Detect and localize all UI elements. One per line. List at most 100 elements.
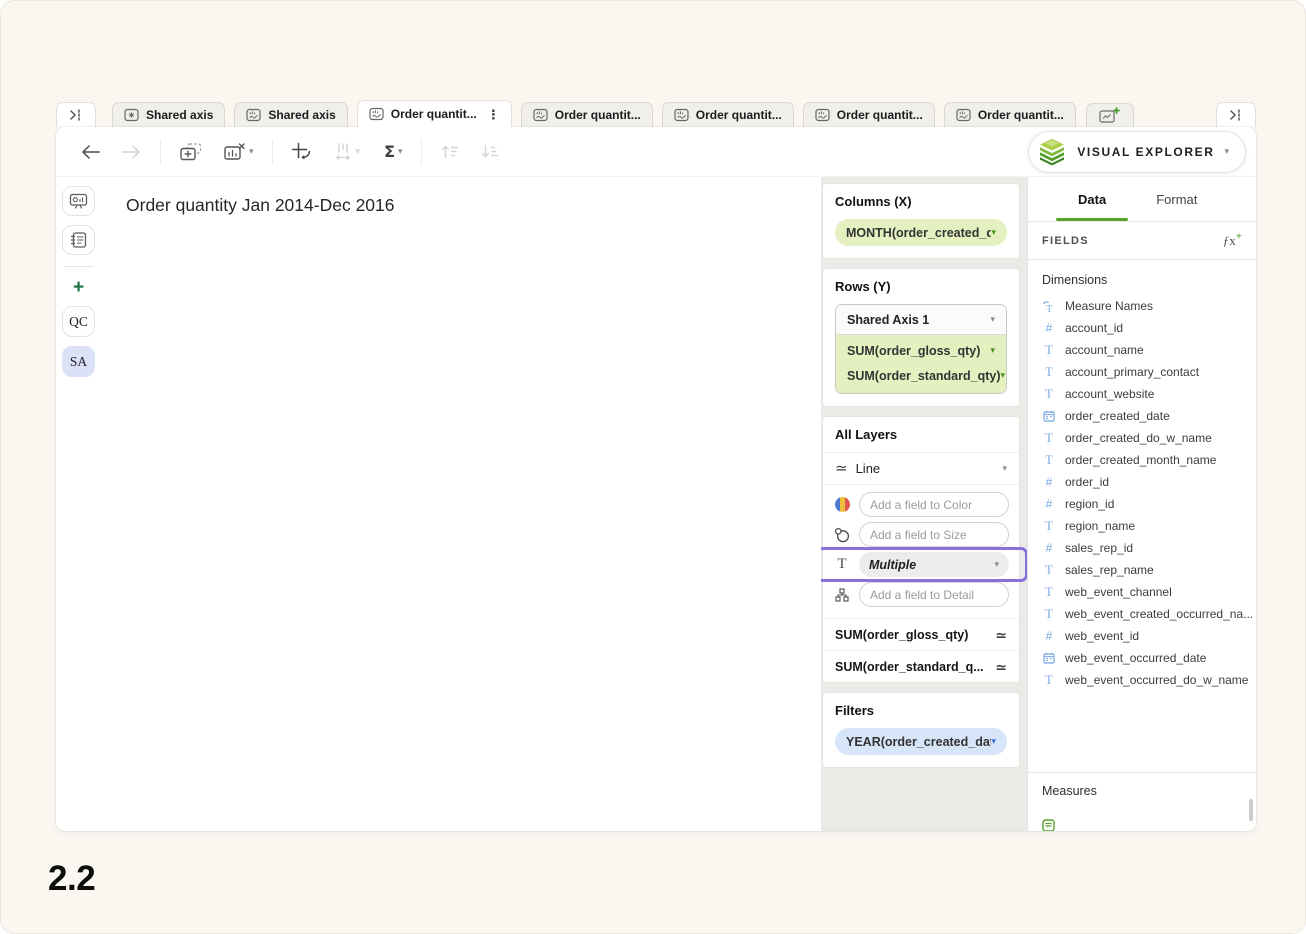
toolbar: ▾ ▾ Σ ▾ [56, 127, 1256, 177]
line-mark-icon: ≃ [835, 461, 848, 476]
date-field-icon [1043, 652, 1055, 664]
tab-shared-axis[interactable]: Shared axis [234, 102, 347, 127]
chevron-down-icon[interactable]: ▾ [994, 560, 999, 569]
field-item[interactable]: Torder_created_do_w_name [1028, 427, 1256, 449]
field-item[interactable]: #web_event_id [1028, 625, 1256, 647]
size-shelf-placeholder[interactable]: Add a field to Size [859, 522, 1009, 547]
field-item[interactable]: #account_id [1028, 317, 1256, 339]
color-shelf-placeholder[interactable]: Add a field to Color [859, 492, 1009, 517]
sidebar-divider [64, 266, 94, 267]
tab-order-quantit[interactable]: Order quantit...⋮ [357, 100, 512, 127]
tab-data[interactable]: Data [1078, 177, 1106, 221]
columns-shelf-title: Columns (X) [835, 194, 1007, 209]
text-field-icon: T [1045, 519, 1053, 534]
detail-icon [835, 588, 849, 602]
text-field-icon: T [1045, 453, 1053, 468]
sheet-chart-icon [674, 108, 689, 122]
tab-order-quantit[interactable]: Order quantit... [521, 102, 653, 127]
field-item[interactable]: Tsales_rep_name [1028, 559, 1256, 581]
filter-pill-year-order-created-date[interactable]: YEAR(order_created_date) ▾ [835, 728, 1007, 755]
field-item[interactable]: #sales_rep_id [1028, 537, 1256, 559]
rows-pill-sum-order-standard-qty[interactable]: SUM(order_standard_qty) ▾ [836, 363, 1006, 388]
shelf-panel: Columns (X) MONTH(order_created_d... ▾ R… [821, 177, 1027, 831]
add-workspace-button[interactable]: + [73, 278, 84, 297]
sheet-chart-icon [246, 108, 261, 122]
mark-type-dropdown[interactable]: ≃ Line ▾ [823, 453, 1019, 485]
back-arrow-icon [80, 144, 100, 160]
number-field-icon: # [1046, 541, 1053, 555]
collapse-tab-strip-left-button[interactable] [56, 102, 96, 127]
layer-sum-order-gloss-qty[interactable]: SUM(order_gloss_qty) ≃ [823, 618, 1019, 650]
tab-strip: Shared axisShared axisOrder quantit...⋮O… [112, 100, 1076, 127]
field-item[interactable]: #order_id [1028, 471, 1256, 493]
text-shelf[interactable]: T Multiple ▾ [831, 552, 1009, 577]
detail-shelf-placeholder[interactable]: Add a field to Detail [859, 582, 1009, 607]
text-shelf-value: Multiple [869, 558, 916, 572]
field-item[interactable]: Taccount_name [1028, 339, 1256, 361]
swap-axes-button[interactable] [287, 139, 316, 164]
detail-shelf[interactable]: Add a field to Detail [831, 582, 1009, 607]
shared-axis-header[interactable]: Shared Axis 1 ▾ [836, 305, 1006, 335]
tab-order-quantit[interactable]: Order quantit... [944, 102, 1076, 127]
chevron-down-icon[interactable]: ▾ [1001, 371, 1006, 380]
text-field-icon: T [1045, 585, 1053, 600]
sort-ascending-icon [440, 143, 460, 160]
tab-order-quantit[interactable]: Order quantit... [803, 102, 935, 127]
number-field-icon: # [1046, 497, 1053, 511]
tab-menu-icon[interactable]: ⋮ [487, 108, 500, 121]
text-shelf-value-dropdown[interactable]: Multiple ▾ [859, 552, 1009, 577]
line-mark-icon: ≃ [995, 628, 1007, 642]
remove-viz-button[interactable]: ▾ [219, 139, 258, 165]
sort-descending-icon [480, 143, 500, 160]
field-item[interactable]: Torder_created_month_name [1028, 449, 1256, 471]
chevron-down-icon[interactable]: ▾ [990, 346, 995, 355]
swap-axes-icon [291, 142, 312, 161]
chevron-down-icon[interactable]: ▾ [990, 315, 995, 324]
tab-format[interactable]: Format [1156, 177, 1197, 221]
rows-pill-sum-order-gloss-qty[interactable]: SUM(order_gloss_qty) ▾ [836, 338, 1006, 363]
field-item[interactable]: #region_id [1028, 493, 1256, 515]
field-item[interactable]: Tweb_event_channel [1028, 581, 1256, 603]
color-shelf[interactable]: Add a field to Color [831, 492, 1009, 517]
aggregation-button[interactable]: Σ ▾ [380, 139, 406, 164]
data-panel: DataFormat FIELDS ƒx+ Dimensions TMeasur… [1027, 177, 1256, 831]
add-calculated-field-button[interactable]: ƒx+ [1223, 233, 1242, 249]
field-item[interactable]: Tregion_name [1028, 515, 1256, 537]
visual-explorer-badge[interactable]: VISUAL EXPLORER ▾ [1028, 131, 1246, 173]
presentation-button[interactable] [62, 186, 95, 216]
field-item[interactable]: Taccount_primary_contact [1028, 361, 1256, 383]
sort-descending-button [476, 140, 504, 163]
new-sheet-button[interactable] [1086, 103, 1134, 127]
chevron-down-icon[interactable]: ▾ [1002, 464, 1007, 473]
tab-order-quantit[interactable]: Order quantit... [662, 102, 794, 127]
field-item[interactable]: Tweb_event_occurred_do_w_name [1028, 669, 1256, 691]
field-item[interactable]: web_event_occurred_date [1028, 647, 1256, 669]
columns-shelf: Columns (X) MONTH(order_created_d... ▾ [823, 184, 1019, 258]
workspace-button-qc[interactable]: QC [62, 306, 95, 337]
chevron-down-icon[interactable]: ▾ [991, 228, 996, 237]
field-item[interactable]: TMeasure Names [1028, 295, 1256, 317]
layer-sum-order-standard-qty[interactable]: SUM(order_standard_q... ≃ [823, 650, 1019, 682]
field-item[interactable]: Tweb_event_created_occurred_na... [1028, 603, 1256, 625]
measure-names-field-icon: T [1042, 300, 1056, 313]
notebook-icon [70, 231, 88, 249]
field-item[interactable]: order_created_date [1028, 405, 1256, 427]
scrollbar-thumb[interactable] [1249, 799, 1253, 821]
chevron-down-icon[interactable]: ▾ [991, 737, 996, 746]
line-chart[interactable] [101, 222, 821, 831]
app-background: Shared axisShared axisOrder quantit...⋮O… [0, 0, 1306, 934]
shared-axis-body: SUM(order_gloss_qty) ▾ SUM(order_standar… [836, 335, 1006, 393]
chevron-down-icon: ▾ [1224, 147, 1229, 156]
undo-button[interactable] [76, 141, 104, 163]
visual-explorer-logo-icon [1037, 137, 1067, 166]
figure-label: 2.2 [48, 859, 95, 899]
new-sheet-icon [1099, 107, 1120, 124]
notebook-button[interactable] [62, 225, 95, 255]
duplicate-viz-button[interactable] [175, 139, 207, 165]
columns-pill-month-order-created-date[interactable]: MONTH(order_created_d... ▾ [835, 219, 1007, 246]
tab-shared-axis[interactable]: Shared axis [112, 102, 225, 127]
field-item[interactable]: Taccount_website [1028, 383, 1256, 405]
collapse-tab-strip-right-button[interactable] [1216, 102, 1256, 127]
workspace-button-sa[interactable]: SA [62, 346, 95, 377]
size-shelf[interactable]: Add a field to Size [831, 522, 1009, 547]
